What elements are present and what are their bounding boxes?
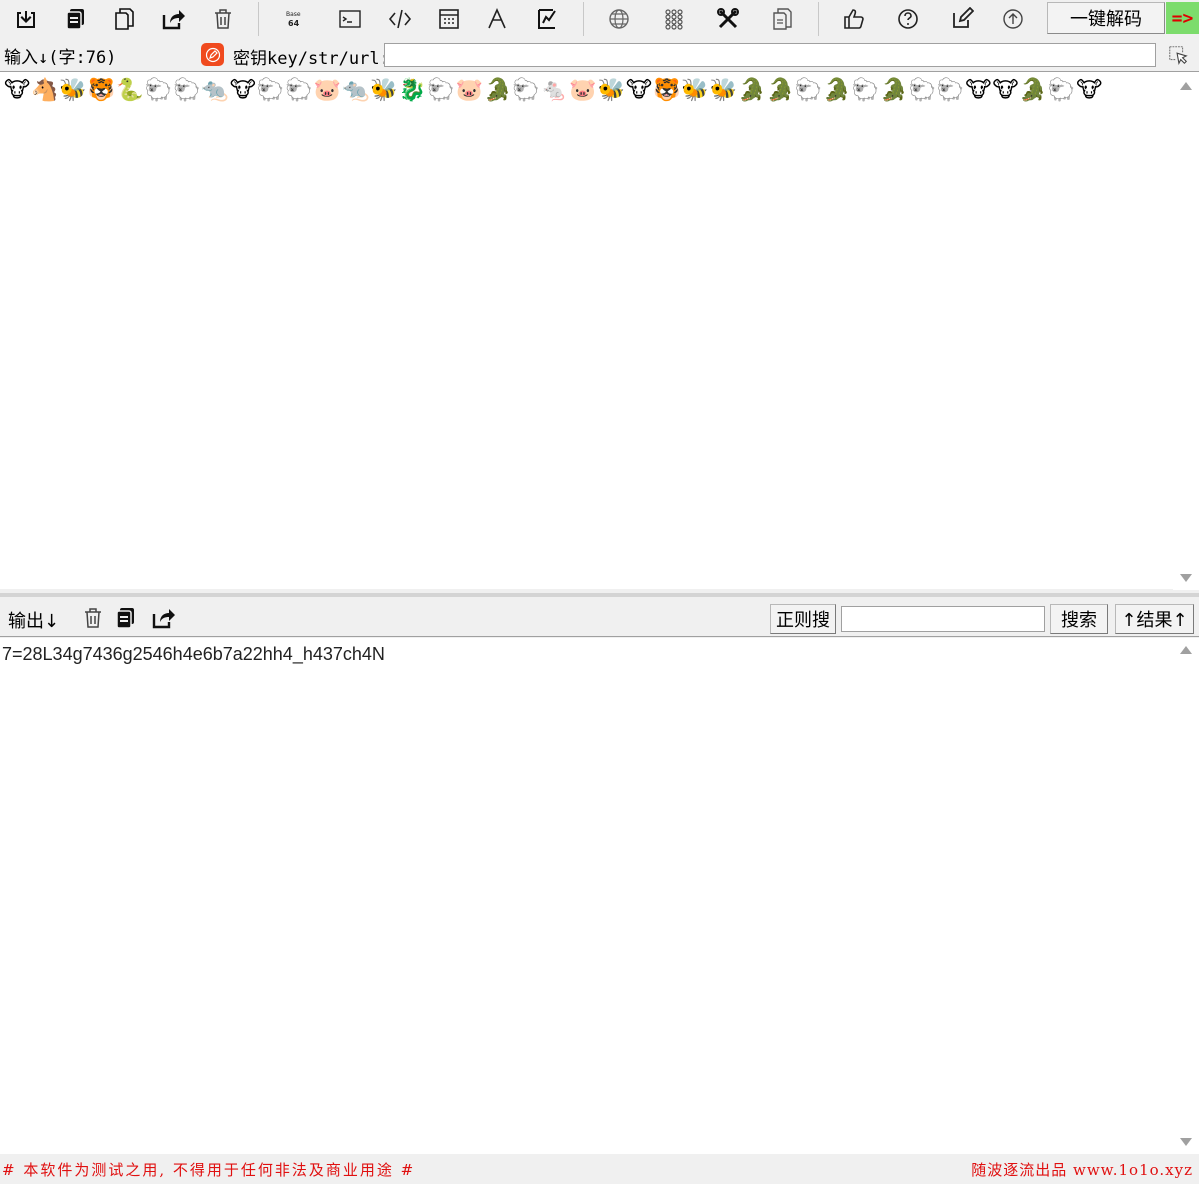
main-toolbar: Base 64 一键解码 => [0, 0, 1199, 40]
key-input[interactable] [384, 43, 1156, 67]
globe-icon[interactable] [604, 4, 634, 34]
output-textarea[interactable]: 7=28L34g7436g2546h4e6b7a22hh4_h437ch4N [0, 638, 1199, 1154]
credit-text[interactable]: 随波逐流出品 www.1o1o.xyz [971, 1159, 1193, 1180]
output-label: 输出↓ [8, 611, 60, 632]
output-toolbar: 输出↓ 正则搜 搜索 ↑结果↑ [0, 600, 1199, 637]
select-cursor-icon[interactable] [1164, 42, 1192, 68]
upload-icon[interactable] [998, 4, 1028, 34]
base64-icon[interactable]: Base 64 [280, 4, 310, 34]
help-icon[interactable] [893, 4, 923, 34]
toolbar-separator [818, 2, 819, 36]
code-icon[interactable] [385, 4, 415, 34]
scroll-down-arrow-icon[interactable] [1180, 574, 1192, 582]
toolbar-separator [258, 2, 259, 36]
edit-chart-icon[interactable] [532, 4, 562, 34]
share-icon[interactable] [150, 605, 176, 631]
tools-icon[interactable] [713, 4, 743, 34]
scroll-up-arrow-icon[interactable] [1180, 82, 1192, 90]
status-footer: # 本软件为测试之用, 不得用于任何非法及商业用途 # 随波逐流出品 www.1… [0, 1155, 1199, 1184]
scroll-down-arrow-icon[interactable] [1180, 1138, 1192, 1146]
import-icon[interactable] [11, 4, 41, 34]
svg-text:Base: Base [286, 11, 301, 18]
output-scrollbar[interactable] [1173, 638, 1199, 1154]
grid-icon[interactable] [659, 4, 689, 34]
key-edit-icon[interactable] [201, 43, 224, 66]
input-header: 输入↓(字:76) 密钥key/str/url: [0, 40, 1199, 70]
document-icon[interactable] [767, 4, 797, 34]
trash-icon[interactable] [80, 605, 106, 631]
copy-icon[interactable] [113, 605, 139, 631]
font-icon[interactable] [482, 4, 512, 34]
edit-icon[interactable] [947, 4, 977, 34]
svg-text:64: 64 [288, 19, 300, 28]
output-content: 7=28L34g7436g2546h4e6b7a22hh4_h437ch4N [2, 644, 385, 664]
terminal-icon[interactable] [335, 4, 365, 34]
search-button[interactable]: 搜索 [1050, 604, 1108, 634]
search-input[interactable] [841, 606, 1045, 632]
disclaimer-text: # 本软件为测试之用, 不得用于任何非法及商业用途 # [2, 1161, 416, 1179]
regex-search-button[interactable]: 正则搜 [770, 604, 836, 634]
paste-icon[interactable] [109, 4, 139, 34]
trash-icon[interactable] [208, 4, 238, 34]
scroll-up-arrow-icon[interactable] [1180, 646, 1192, 654]
calculator-icon[interactable] [434, 4, 464, 34]
copy-icon[interactable] [61, 4, 91, 34]
pane-splitter[interactable] [0, 593, 1199, 597]
key-label: 密钥key/str/url: [233, 49, 390, 69]
run-arrow-button[interactable]: => [1166, 2, 1199, 34]
share-icon[interactable] [158, 4, 188, 34]
input-label: 输入↓(字:76) [4, 48, 117, 68]
result-button[interactable]: ↑结果↑ [1115, 604, 1194, 634]
thumbs-up-icon[interactable] [839, 4, 869, 34]
toolbar-separator [583, 2, 584, 36]
input-scrollbar[interactable] [1173, 72, 1199, 590]
input-textarea[interactable]: 🐮🐴🐝🐯🐍🐑🐑🐀🐮🐑🐑🐷🐀🐝🐉🐑🐷🐊🐑🐁🐷🐝🐮🐯🐝🐝🐊🐊🐑🐊🐑🐊🐑🐑🐮🐮🐊🐑🐮 [0, 71, 1199, 590]
one-click-decode-button[interactable]: 一键解码 [1047, 2, 1165, 34]
input-content: 🐮🐴🐝🐯🐍🐑🐑🐀🐮🐑🐑🐷🐀🐝🐉🐑🐷🐊🐑🐁🐷🐝🐮🐯🐝🐝🐊🐊🐑🐊🐑🐊🐑🐑🐮🐮🐊🐑🐮 [4, 78, 1104, 103]
